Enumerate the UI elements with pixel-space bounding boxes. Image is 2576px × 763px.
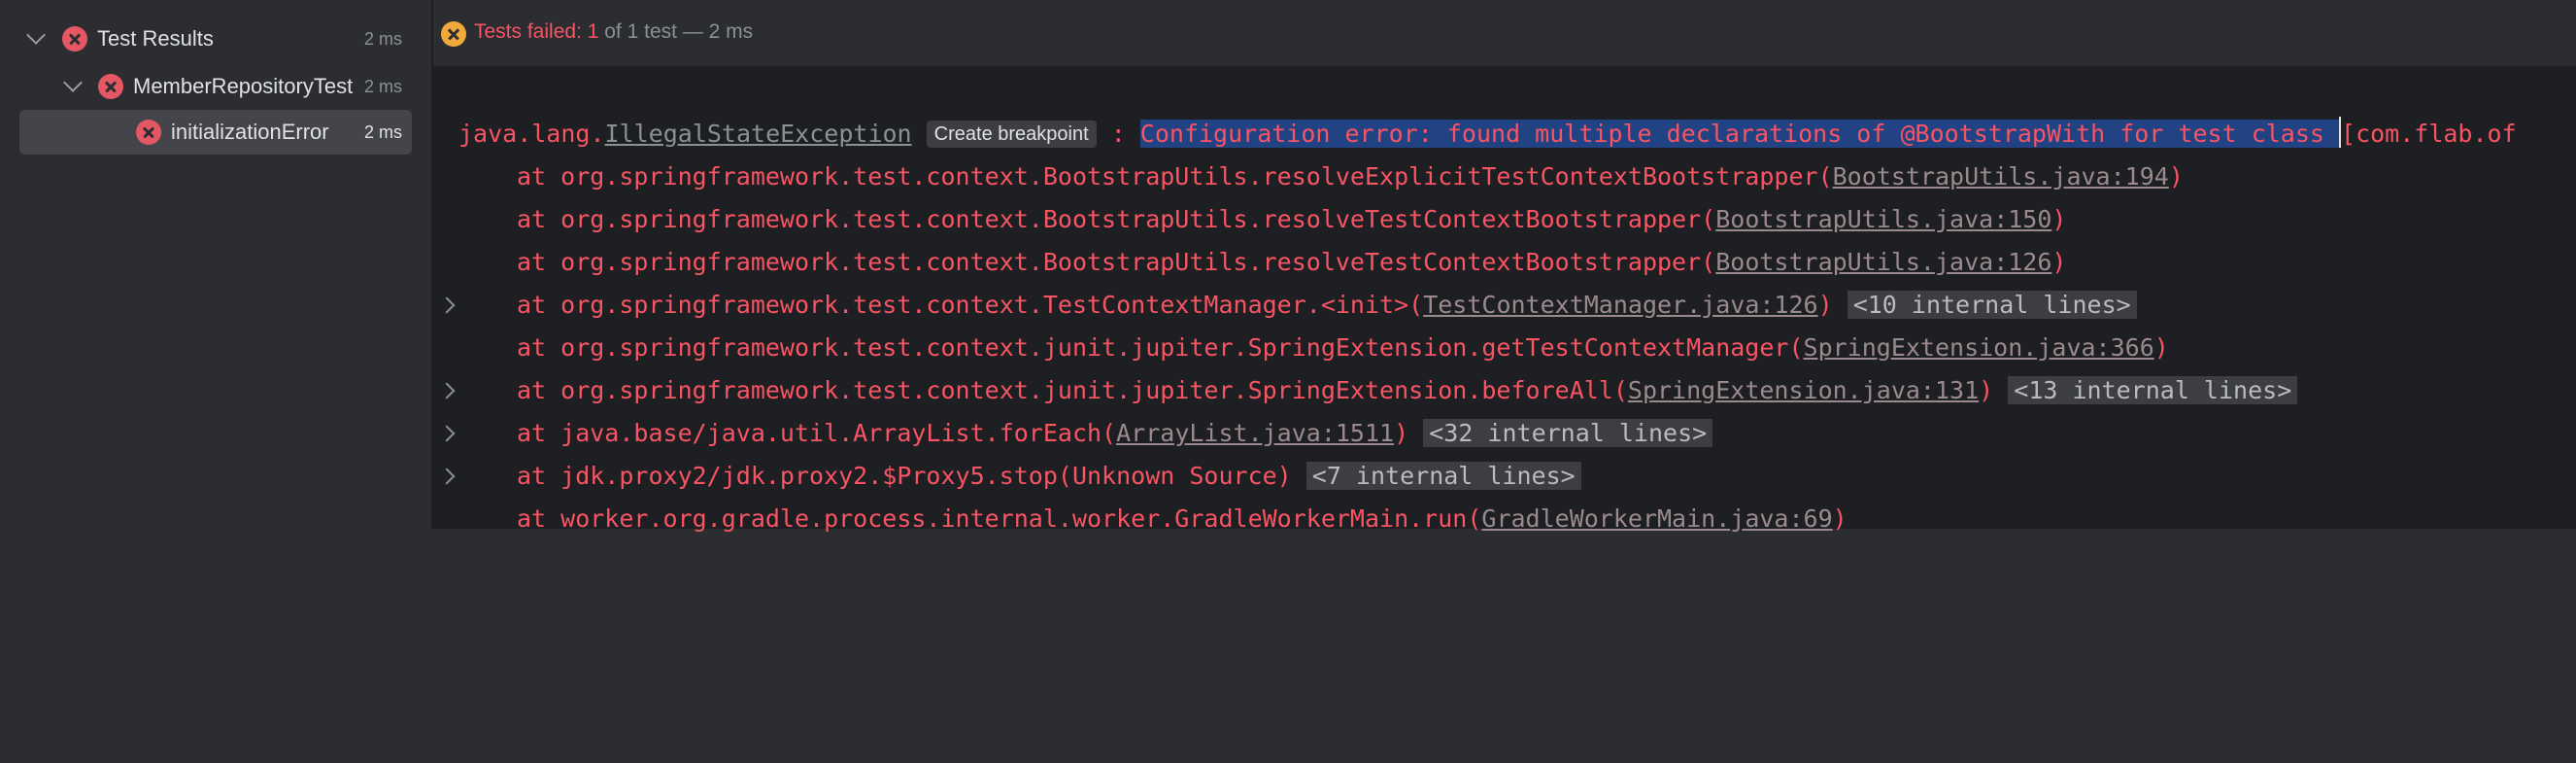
exception-link[interactable]: IllegalStateException xyxy=(605,120,912,148)
source-link[interactable]: SpringExtension.java:366 xyxy=(1804,333,2154,362)
failed-icon xyxy=(62,26,87,52)
tree-item-label: initializationError xyxy=(171,120,329,144)
source-link[interactable]: ArrayList.java:1511 xyxy=(1116,419,1394,447)
source-link[interactable]: TestContextManager.java:126 xyxy=(1423,291,1817,319)
test-runner-panel: Test Results 2 ms MemberRepositoryTest 2… xyxy=(0,0,2576,533)
create-breakpoint-button[interactable]: Create breakpoint xyxy=(926,121,1097,148)
stack-frame: at org.springframework.test.context.Boot… xyxy=(517,248,2067,276)
stack-frame: at org.springframework.test.context.Test… xyxy=(517,286,2137,325)
internal-lines-fold[interactable]: <10 internal lines> xyxy=(1847,291,2137,319)
stack-frame: at jdk.proxy2/jdk.proxy2.$Proxy5.stop(Un… xyxy=(517,457,1581,496)
chevron-right-icon[interactable] xyxy=(438,425,456,442)
tree-item-label: MemberRepositoryTest xyxy=(133,74,354,98)
console-output: java.lang.IllegalStateException Create b… xyxy=(433,115,2517,763)
failed-icon xyxy=(136,120,161,145)
internal-lines-fold[interactable]: <32 internal lines> xyxy=(1423,419,1713,447)
stack-frame: at java.base/java.util.ArrayList.forEach… xyxy=(517,414,1713,453)
chevron-right-icon[interactable] xyxy=(438,296,456,314)
internal-lines-fold[interactable]: <13 internal lines> xyxy=(2008,376,2298,404)
failed-icon xyxy=(98,74,123,99)
source-link[interactable]: BootstrapUtils.java:126 xyxy=(1715,248,2051,276)
stack-frame: at worker.org.gradle.process.internal.wo… xyxy=(517,504,1847,533)
tree-item-label: Test Results xyxy=(97,26,214,51)
stack-frame: at org.springframework.test.context.juni… xyxy=(517,371,2298,410)
exception-line: java.lang.IllegalStateException Create b… xyxy=(458,115,2517,154)
test-failed-icon xyxy=(441,21,466,47)
source-link[interactable]: BootstrapUtils.java:150 xyxy=(1715,205,2051,233)
source-link[interactable]: SpringExtension.java:131 xyxy=(1628,376,1979,404)
tree-item-member-repository-test[interactable]: MemberRepositoryTest 2 ms xyxy=(19,64,412,109)
tree-item-time: 2 ms xyxy=(363,29,402,49)
tree-item-initialization-error[interactable]: initializationError 2 ms xyxy=(19,110,412,155)
test-tree: Test Results 2 ms MemberRepositoryTest 2… xyxy=(0,0,433,529)
console-panel: Tests failed: 1 of 1 test — 2 ms java.la… xyxy=(433,0,2576,533)
stack-frame: at org.springframework.test.context.Boot… xyxy=(517,162,2184,191)
selected-text: Configuration error: found multiple decl… xyxy=(1139,120,2340,148)
tree-item-time: 2 ms xyxy=(363,77,402,96)
chevron-down-icon[interactable] xyxy=(63,73,83,92)
tree-item-test-results[interactable]: Test Results 2 ms xyxy=(19,17,412,61)
tree-item-time: 2 ms xyxy=(363,122,402,142)
status-text: Tests failed: 1 of 1 test — 2 ms xyxy=(474,20,754,43)
status-bar: Tests failed: 1 of 1 test — 2 ms xyxy=(433,0,2576,66)
chevron-down-icon[interactable] xyxy=(26,25,46,45)
source-link[interactable]: BootstrapUtils.java:194 xyxy=(1833,162,2169,191)
internal-lines-fold[interactable]: <7 internal lines> xyxy=(1305,462,1581,490)
stack-frame: at org.springframework.test.context.juni… xyxy=(517,333,2169,362)
chevron-right-icon[interactable] xyxy=(438,382,456,399)
chevron-right-icon[interactable] xyxy=(438,468,456,485)
stack-frame: at org.springframework.test.context.Boot… xyxy=(517,205,2067,233)
